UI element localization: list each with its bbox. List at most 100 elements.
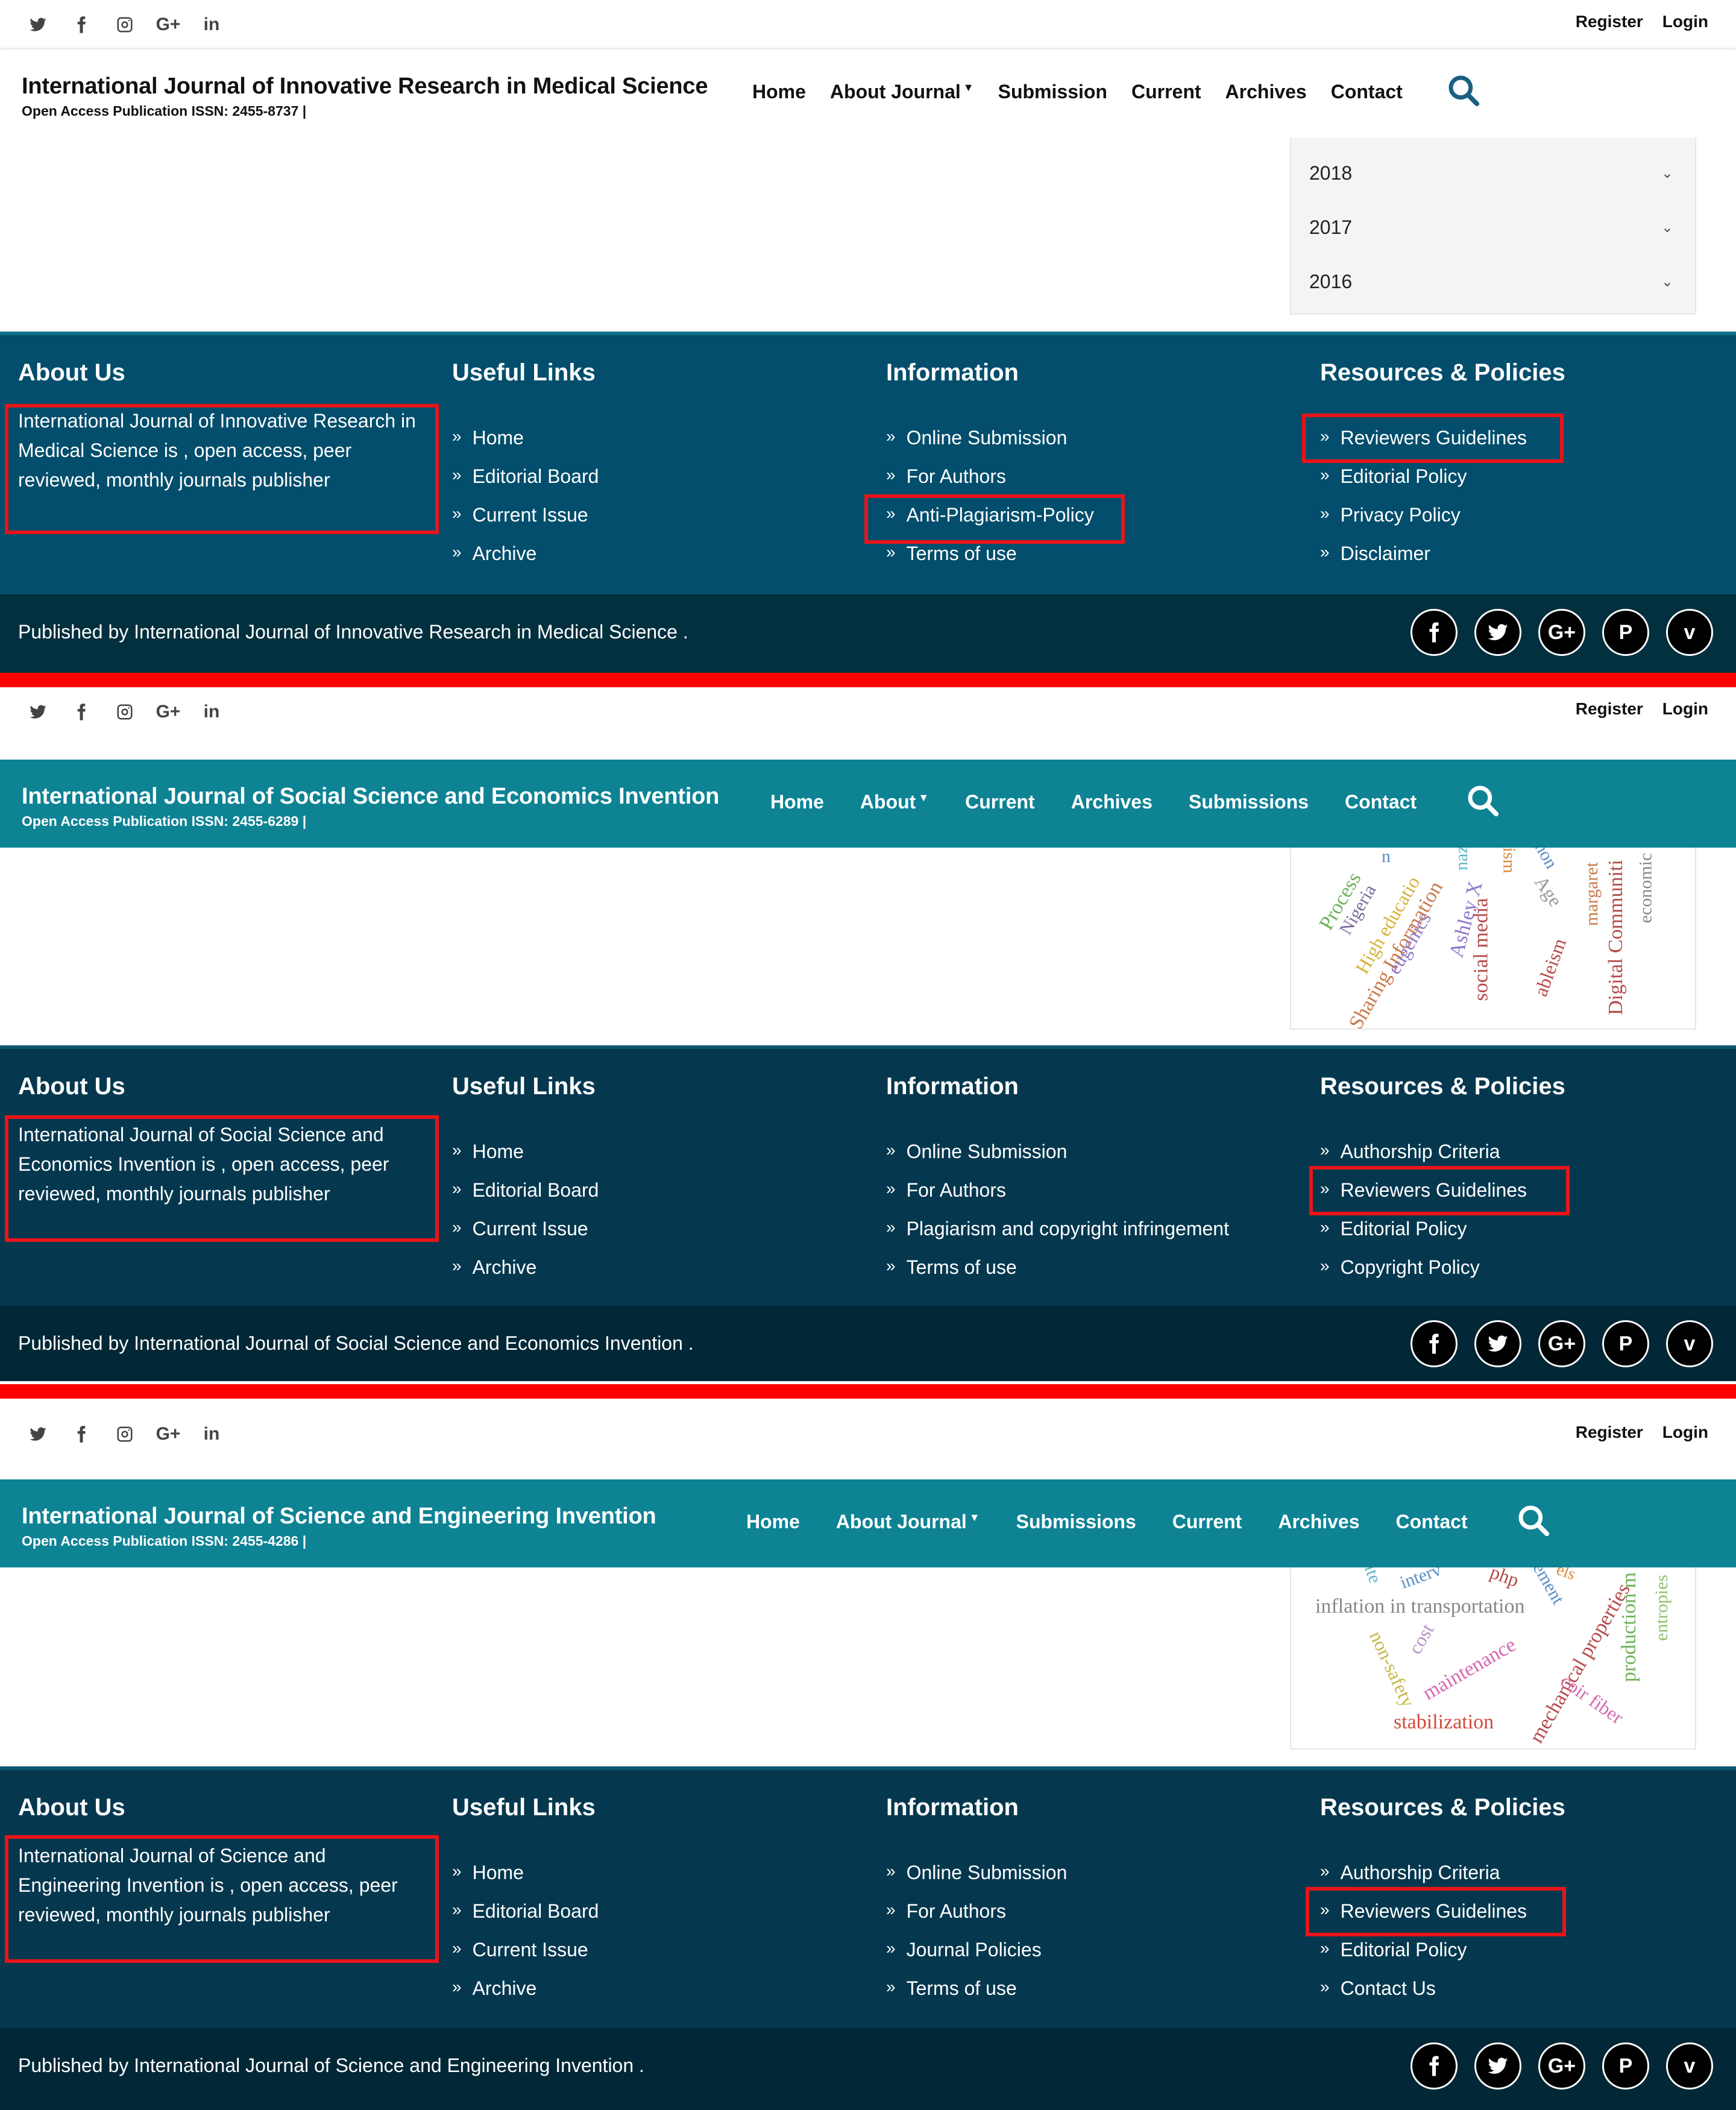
vimeo-icon[interactable]: v: [1666, 1320, 1713, 1367]
footer-link-privacy-policy[interactable]: » Privacy Policy: [1320, 496, 1527, 534]
year-item[interactable]: 2017 ⌄: [1291, 200, 1695, 254]
nav-contact[interactable]: Contact: [1396, 1511, 1468, 1533]
cloud-word[interactable]: non: [1530, 848, 1561, 872]
google-plus-icon[interactable]: G+: [156, 1423, 181, 1446]
google-plus-icon[interactable]: G+: [1538, 1320, 1585, 1367]
footer-link-for-authors[interactable]: » For Authors: [886, 1171, 1229, 1209]
facebook-icon[interactable]: [70, 13, 93, 36]
footer-link-archive[interactable]: » Archive: [452, 1969, 599, 2008]
nav-contact[interactable]: Contact: [1331, 81, 1403, 103]
footer-link-current-issue[interactable]: » Current Issue: [452, 1209, 599, 1248]
nav-archives[interactable]: Archives: [1278, 1511, 1359, 1533]
cloud-word[interactable]: maintenance: [1419, 1634, 1520, 1705]
linkedin-icon[interactable]: in: [200, 701, 223, 723]
footer-link-editorial-board[interactable]: » Editorial Board: [452, 1171, 599, 1209]
nav-home[interactable]: Home: [746, 1511, 800, 1533]
footer-link-for-authors[interactable]: » For Authors: [886, 1892, 1067, 1930]
footer-link-archive[interactable]: » Archive: [452, 1248, 599, 1286]
facebook-icon[interactable]: [70, 701, 93, 723]
cloud-word[interactable]: n: [1382, 848, 1391, 867]
brand[interactable]: International Journal of Social Science …: [22, 784, 719, 830]
nav-home[interactable]: Home: [770, 791, 824, 813]
year-item[interactable]: 2018 ⌄: [1291, 146, 1695, 200]
facebook-icon[interactable]: [70, 1423, 93, 1446]
footer-link-online-submission[interactable]: » Online Submission: [886, 1132, 1229, 1171]
search-icon[interactable]: [1517, 1504, 1550, 1537]
cloud-word[interactable]: interv: [1397, 1567, 1444, 1593]
search-icon[interactable]: [1466, 784, 1500, 817]
google-plus-icon[interactable]: G+: [156, 13, 181, 36]
nav-about-journal[interactable]: About Journal ▼: [836, 1511, 980, 1533]
footer-link-authorship-criteria[interactable]: » Authorship Criteria: [1320, 1853, 1527, 1892]
twitter-icon[interactable]: [1474, 2042, 1521, 2090]
linkedin-icon[interactable]: in: [200, 13, 223, 36]
cloud-word[interactable]: entropies: [1652, 1575, 1672, 1641]
footer-link-for-authors[interactable]: » For Authors: [886, 457, 1094, 496]
footer-link-online-submission[interactable]: » Online Submission: [886, 418, 1094, 457]
google-plus-icon[interactable]: G+: [1538, 2042, 1585, 2090]
nav-about-journal[interactable]: About Journal ▼: [830, 81, 974, 103]
register-link[interactable]: Register: [1576, 699, 1643, 719]
cloud-word[interactable]: cost: [1404, 1620, 1439, 1658]
footer-link-home[interactable]: » Home: [452, 1132, 599, 1171]
cloud-word[interactable]: ite: [1360, 1567, 1385, 1586]
nav-contact[interactable]: Contact: [1345, 791, 1417, 813]
instagram-icon[interactable]: [113, 1423, 136, 1446]
brand[interactable]: International Journal of Innovative Rese…: [22, 74, 708, 119]
instagram-icon[interactable]: [113, 701, 136, 723]
google-plus-icon[interactable]: G+: [1538, 609, 1585, 656]
linkedin-icon[interactable]: in: [200, 1423, 223, 1446]
pinterest-icon[interactable]: P: [1602, 2042, 1649, 2090]
twitter-icon[interactable]: [27, 13, 49, 36]
google-plus-icon[interactable]: G+: [156, 701, 181, 723]
twitter-icon[interactable]: [27, 1423, 49, 1446]
twitter-icon[interactable]: [1474, 1320, 1521, 1367]
footer-link-terms-of-use[interactable]: » Terms of use: [886, 1248, 1229, 1286]
login-link[interactable]: Login: [1662, 699, 1708, 719]
footer-link-terms-of-use[interactable]: » Terms of use: [886, 1969, 1067, 2008]
cloud-word[interactable]: nazi: [1451, 848, 1472, 871]
cloud-word[interactable]: inflation in transportation: [1315, 1595, 1525, 1618]
footer-link-journal-policies[interactable]: » Journal Policies: [886, 1930, 1067, 1969]
footer-link-current-issue[interactable]: » Current Issue: [452, 496, 599, 534]
search-icon[interactable]: [1447, 74, 1480, 107]
vimeo-icon[interactable]: v: [1666, 609, 1713, 656]
login-link[interactable]: Login: [1662, 12, 1708, 31]
register-link[interactable]: Register: [1576, 1423, 1643, 1442]
twitter-icon[interactable]: [27, 701, 49, 723]
login-link[interactable]: Login: [1662, 1423, 1708, 1442]
footer-link-contact-us[interactable]: » Contact Us: [1320, 1969, 1527, 2008]
footer-link-archive[interactable]: » Archive: [452, 534, 599, 573]
cloud-word[interactable]: Age: [1530, 872, 1567, 911]
footer-link-home[interactable]: » Home: [452, 418, 599, 457]
nav-current[interactable]: Current: [1172, 1511, 1242, 1533]
cloud-word[interactable]: ism: [1499, 848, 1520, 874]
facebook-icon[interactable]: [1410, 2042, 1458, 2090]
pinterest-icon[interactable]: P: [1602, 1320, 1649, 1367]
nav-current[interactable]: Current: [1131, 81, 1201, 103]
cloud-word[interactable]: margaret: [1582, 862, 1602, 926]
facebook-icon[interactable]: [1410, 1320, 1458, 1367]
nav-archives[interactable]: Archives: [1225, 81, 1307, 103]
nav-home[interactable]: Home: [752, 81, 806, 103]
footer-link-home[interactable]: » Home: [452, 1853, 599, 1892]
instagram-icon[interactable]: [113, 13, 136, 36]
cloud-word[interactable]: Digital Communiti: [1605, 860, 1628, 1015]
brand[interactable]: International Journal of Science and Eng…: [22, 1504, 656, 1549]
cloud-word[interactable]: ableism: [1529, 935, 1571, 999]
vimeo-icon[interactable]: v: [1666, 2042, 1713, 2090]
twitter-icon[interactable]: [1474, 609, 1521, 656]
footer-link-online-submission[interactable]: » Online Submission: [886, 1853, 1067, 1892]
nav-current[interactable]: Current: [965, 791, 1035, 813]
cloud-word[interactable]: production m: [1618, 1572, 1641, 1682]
footer-link-copyright-policy[interactable]: » Copyright Policy: [1320, 1248, 1527, 1286]
nav-archives[interactable]: Archives: [1071, 791, 1153, 813]
cloud-word[interactable]: social media: [1470, 898, 1492, 1001]
footer-link-disclaimer[interactable]: » Disclaimer: [1320, 534, 1527, 573]
cloud-word[interactable]: stabilization: [1394, 1711, 1494, 1734]
register-link[interactable]: Register: [1576, 12, 1643, 31]
nav-about[interactable]: About ▼: [860, 791, 929, 813]
nav-submissions[interactable]: Submissions: [1189, 791, 1309, 813]
footer-link-plagiarism-copyright[interactable]: » Plagiarism and copyright infringement: [886, 1209, 1229, 1248]
facebook-icon[interactable]: [1410, 609, 1458, 656]
